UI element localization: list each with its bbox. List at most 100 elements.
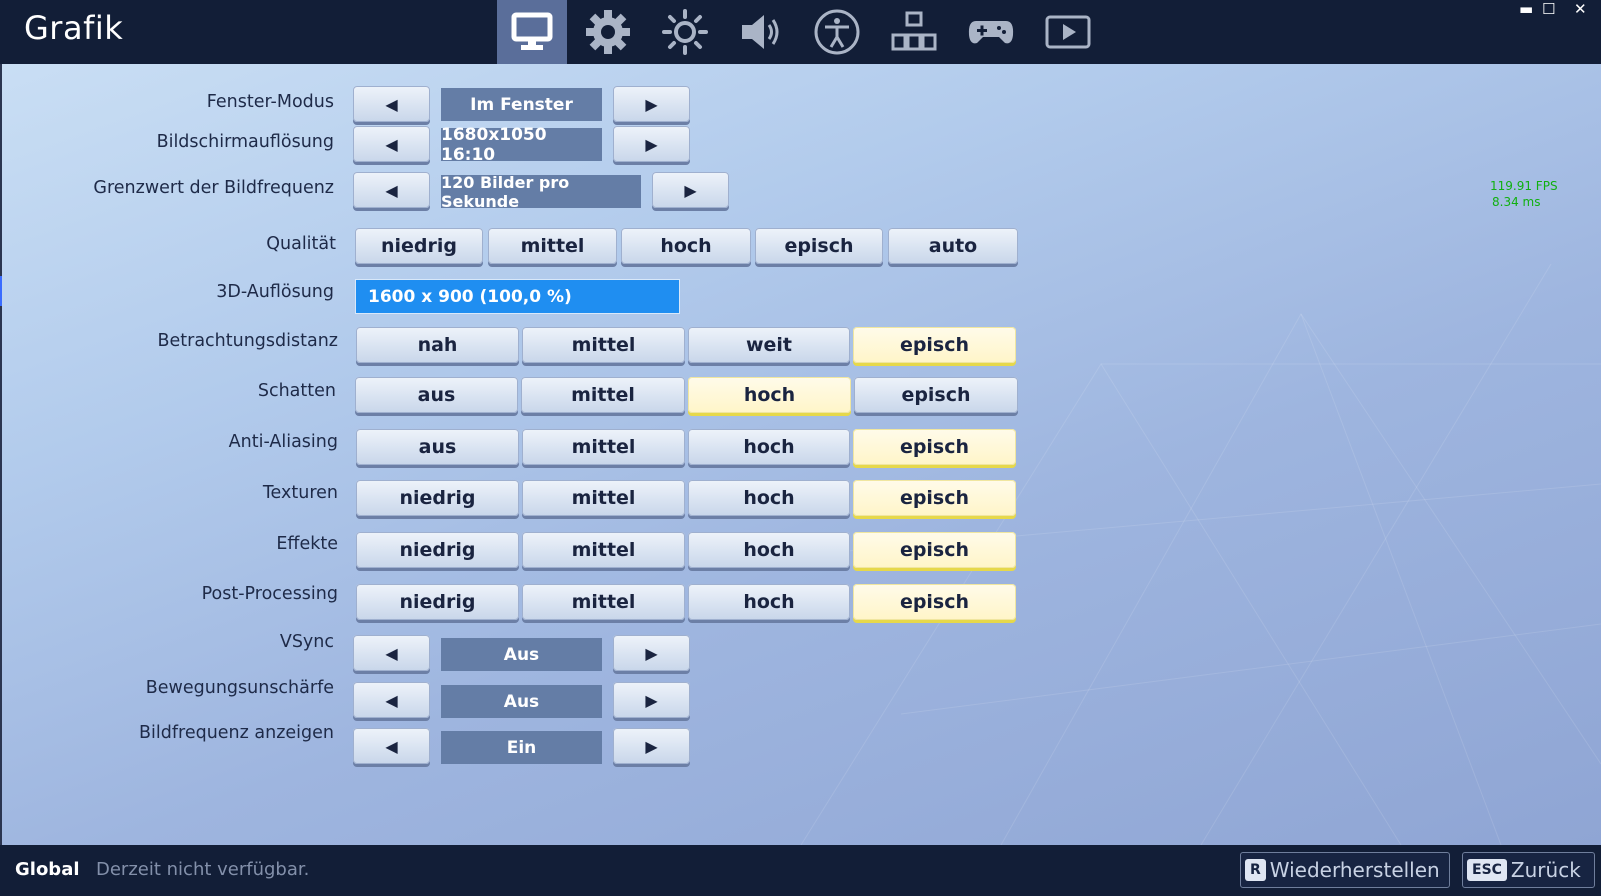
show-fps-prev-button[interactable]: ◀ [353,728,430,764]
maximize-button[interactable]: ☐ [1542,0,1555,18]
anti-aliasing-label: Anti-Aliasing [228,432,338,452]
top-bar: Grafik ▬ ☐ ✕ [0,0,1601,64]
replay-icon [1045,15,1091,49]
status-text: Derzeit nicht verfügbar. [96,859,310,880]
motion-blur-value: Aus [441,685,602,718]
vsync-label: VSync [279,632,334,652]
quality-option-niedrig[interactable]: niedrig [355,228,483,264]
effects-option-hoch[interactable]: hoch [688,532,850,568]
arrow-right-icon: ▶ [684,180,697,200]
back-button[interactable]: ESC Zurück [1462,852,1595,888]
quality-option-mittel[interactable]: mittel [488,228,617,264]
resolution-next-button[interactable]: ▶ [613,126,690,162]
anti-aliasing-option-aus[interactable]: aus [356,429,519,465]
framerate-limit-prev-button[interactable]: ◀ [353,172,430,208]
textures-option-hoch[interactable]: hoch [688,480,850,516]
gamepad-icon [968,21,1014,44]
shadows-option-mittel[interactable]: mittel [521,377,685,413]
motion-blur-next-button[interactable]: ▶ [613,682,690,718]
tab-audio[interactable] [726,0,796,64]
resolution-prev-button[interactable]: ◀ [353,126,430,162]
textures-option-mittel[interactable]: mittel [522,480,685,516]
speaker-icon [742,15,779,49]
vsync-value: Aus [441,638,602,671]
input-icon [891,11,937,51]
textures-label: Texturen [262,483,338,503]
show-fps-value: Ein [441,731,602,764]
motion-blur-label: Bewegungsunschärfe [145,678,334,698]
tab-replay[interactable] [1033,0,1103,64]
effects-option-niedrig[interactable]: niedrig [356,532,519,568]
shadows-option-hoch[interactable]: hoch [688,377,851,413]
tab-video[interactable] [497,0,567,64]
post-processing-option-mittel[interactable]: mittel [522,584,685,620]
motion-blur-prev-button[interactable]: ◀ [353,682,430,718]
effects-option-mittel[interactable]: mittel [522,532,685,568]
arrow-right-icon: ▶ [645,94,658,114]
tab-controller[interactable] [956,0,1026,64]
fps-counter: 119.91 FPS [1490,179,1558,193]
post-processing-label: Post-Processing [201,584,338,604]
accessibility-icon [814,9,860,55]
view-distance-option-weit[interactable]: weit [688,327,850,363]
textures-option-niedrig[interactable]: niedrig [356,480,519,516]
fps-overlay: 119.91 FPS 8.34 ms [1490,178,1558,210]
window-mode-value: Im Fenster [441,88,602,121]
quality-option-hoch[interactable]: hoch [621,228,751,264]
anti-aliasing-option-hoch[interactable]: hoch [688,429,850,465]
back-label: Zurück [1510,858,1581,882]
anti-aliasing-option-mittel[interactable]: mittel [522,429,685,465]
arrow-right-icon: ▶ [645,736,658,756]
close-button[interactable]: ✕ [1574,0,1587,18]
resolution-value: 1680x1050 16:10 [441,125,602,165]
view-distance-option-nah[interactable]: nah [356,327,519,363]
show-fps-label: Bildfrequenz anzeigen [139,723,334,743]
view-distance-option-episch[interactable]: episch [853,327,1016,363]
minimize-button[interactable]: ▬ [1519,0,1533,18]
post-processing-option-hoch[interactable]: hoch [688,584,850,620]
window-mode-prev-button[interactable]: ◀ [353,86,430,122]
reset-label: Wiederherstellen [1269,858,1440,882]
reset-button[interactable]: R Wiederherstellen [1240,852,1450,888]
bottom-bar: Global Derzeit nicht verfügbar. R Wieder… [0,845,1601,896]
arrow-right-icon: ▶ [645,134,658,154]
shadows-option-aus[interactable]: aus [355,377,518,413]
anti-aliasing-option-episch[interactable]: episch [853,429,1016,465]
framerate-limit-next-button[interactable]: ▶ [652,172,729,208]
shadows-option-episch[interactable]: episch [854,377,1018,413]
framerate-limit-label: Grenzwert der Bildfrequenz [93,178,334,198]
frame-time: 8.34 ms [1492,195,1541,209]
post-processing-option-niedrig[interactable]: niedrig [356,584,519,620]
textures-option-episch[interactable]: episch [853,480,1016,516]
window-mode-next-button[interactable]: ▶ [613,86,690,122]
framerate-limit-value: 120 Bilder pro Sekunde [441,173,641,211]
key-esc-icon: ESC [1467,859,1507,881]
arrow-left-icon: ◀ [385,180,398,200]
arrow-right-icon: ▶ [645,643,658,663]
arrow-left-icon: ◀ [385,690,398,710]
quality-option-auto[interactable]: auto [888,228,1018,264]
page-title: Grafik [24,9,124,47]
resolution-3d-slider[interactable]: 1600 x 900 (100,0 %) [355,279,680,314]
arrow-left-icon: ◀ [385,94,398,114]
monitor-icon [511,12,553,50]
vsync-prev-button[interactable]: ◀ [353,635,430,671]
tab-input[interactable] [879,0,949,64]
brightness-icon [662,9,708,55]
view-distance-label: Betrachtungsdistanz [157,331,339,351]
quality-option-episch[interactable]: episch [755,228,883,264]
tab-game[interactable] [573,0,643,64]
arrow-left-icon: ◀ [385,736,398,756]
tab-brightness[interactable] [650,0,720,64]
arrow-left-icon: ◀ [385,643,398,663]
vsync-next-button[interactable]: ▶ [613,635,690,671]
post-processing-option-episch[interactable]: episch [853,584,1016,620]
resolution-label: Bildschirmauflösung [156,132,334,152]
show-fps-next-button[interactable]: ▶ [613,728,690,764]
arrow-right-icon: ▶ [645,690,658,710]
arrow-left-icon: ◀ [385,134,398,154]
effects-label: Effekte [276,534,338,554]
view-distance-option-mittel[interactable]: mittel [522,327,685,363]
effects-option-episch[interactable]: episch [853,532,1016,568]
tab-accessibility[interactable] [802,0,872,64]
